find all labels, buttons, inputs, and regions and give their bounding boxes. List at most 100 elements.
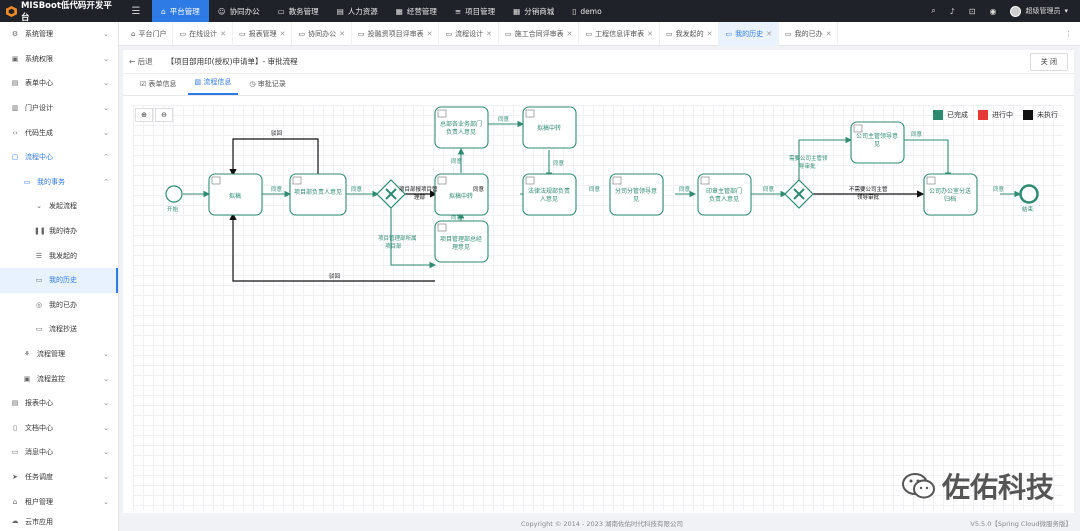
bell-icon[interactable]: ♪ bbox=[950, 7, 955, 16]
sidebar-item-system[interactable]: ⚙ 系统管理 ⌄ bbox=[0, 22, 118, 47]
topnav-platform[interactable]: ⌂ 平台管理 bbox=[152, 0, 209, 22]
gear-icon: ⚙ bbox=[11, 30, 19, 39]
close-icon[interactable]: ✕ bbox=[826, 30, 832, 38]
sidebar-item-messages[interactable]: ▭ 消息中心 ⌄ bbox=[0, 440, 118, 465]
tab-collab[interactable]: ▭ 协同办公 ✕ bbox=[292, 21, 352, 46]
tab-investment[interactable]: ▭ 投融资项目评审表 ✕ bbox=[352, 21, 440, 46]
zoom-in-button[interactable]: ⊕ bbox=[135, 108, 153, 122]
back-button[interactable]: ← 后退 bbox=[129, 56, 153, 67]
tab-contract[interactable]: ▭ 施工合同评审表 ✕ bbox=[499, 21, 580, 46]
subtab-label: 表单信息 bbox=[148, 80, 177, 88]
version: V5.5.0【Spring Cloud微服务版】 bbox=[970, 519, 1072, 528]
clock-icon: ◷ bbox=[249, 80, 258, 88]
sidebar-item-forms[interactable]: ▤ 表单中心 ⌄ bbox=[0, 71, 118, 96]
close-icon[interactable]: ✕ bbox=[647, 30, 653, 38]
topnav-collab[interactable]: ☺ 协同办公 bbox=[209, 0, 269, 22]
sidebar-item-scheduler[interactable]: ➤ 任务调度 ⌄ bbox=[0, 465, 118, 490]
main-panel: ← 后退 【项目部用印(授权)申请单】- 审批流程 关 闭 ☑ 表单信息 ▧ 流… bbox=[123, 50, 1074, 513]
topnav-mall[interactable]: ▦ 分销商城 bbox=[504, 0, 563, 22]
sidebar-item-cloud-market[interactable]: ☁ 云市应用 bbox=[0, 514, 118, 526]
settings-icon[interactable]: ◉ bbox=[990, 7, 997, 16]
arrow-left-icon: ← bbox=[129, 57, 138, 66]
tab-online-design[interactable]: ▭ 在线设计 ✕ bbox=[173, 21, 233, 46]
lock-icon[interactable]: ⊡ bbox=[969, 7, 976, 16]
user-menu[interactable]: 超级管理员 ▾ bbox=[1010, 5, 1068, 17]
tab-initiated[interactable]: ▭ 我发起的 ✕ bbox=[660, 21, 720, 46]
topnav-edu[interactable]: ▭ 教务管理 bbox=[269, 0, 328, 22]
tabs-more-icon[interactable]: ⋮ bbox=[1065, 30, 1080, 38]
sidebar-item-codegen[interactable]: ‹› 代码生成 ⌄ bbox=[0, 120, 118, 145]
sidebar-item-label: 流程管理 bbox=[37, 350, 65, 359]
tab-history[interactable]: ▭ 我的历史 ✕ bbox=[719, 21, 779, 46]
tab-icon: ▭ bbox=[238, 29, 246, 38]
close-icon[interactable]: ✕ bbox=[339, 30, 345, 38]
tab-icon: ▭ bbox=[357, 29, 365, 38]
flow-label-agree: 同意 bbox=[473, 185, 485, 193]
flow-canvas[interactable]: 开始 结束 拟稿 项目部负责人意见 总部各业务部门 负责人意见 拟稿中转 拟稿中… bbox=[133, 105, 1063, 510]
sidebar-item-my-affairs[interactable]: ▭ 我的事务 ⌃ bbox=[0, 170, 118, 195]
end-label: 结束 bbox=[1022, 205, 1034, 213]
sidebar-item-flow-monitor[interactable]: ▣ 流程监控 ⌄ bbox=[0, 366, 118, 391]
sidebar-item-cc[interactable]: ▭ 流程抄送 bbox=[0, 317, 118, 342]
sidebar-item-done[interactable]: ◎ 我的已办 bbox=[0, 293, 118, 318]
task-pm-label-a: 项目管理部总经 bbox=[440, 235, 482, 243]
topnav-biz[interactable]: ▦ 经营管理 bbox=[387, 0, 446, 22]
grid-icon: ▦ bbox=[513, 6, 521, 16]
sidebar-item-initiated[interactable]: ☰ 我发起的 bbox=[0, 243, 118, 268]
close-icon[interactable]: ✕ bbox=[427, 30, 433, 38]
sidebar-item-label: 我的待办 bbox=[49, 227, 77, 236]
close-icon[interactable]: ✕ bbox=[707, 30, 713, 38]
sidebar-item-flow-manage[interactable]: ⚘ 流程管理 ⌄ bbox=[0, 342, 118, 367]
menu-toggle-icon[interactable]: ☰ bbox=[120, 6, 152, 17]
legend-label: 已完成 bbox=[947, 111, 968, 119]
sidebar-item-tenants[interactable]: ⌂ 租户管理 ⌄ bbox=[0, 489, 118, 514]
tab-done[interactable]: ▭ 我的已办 ✕ bbox=[779, 21, 839, 46]
app-logo[interactable]: MISBoot低代码开发平台 bbox=[0, 0, 120, 23]
close-icon[interactable]: ✕ bbox=[486, 30, 492, 38]
topnav-demo[interactable]: ▯ demo bbox=[563, 0, 610, 22]
sidebar-item-reports[interactable]: ▤ 报表中心 ⌄ bbox=[0, 391, 118, 416]
zoom-controls: ⊕ ⊖ bbox=[135, 108, 173, 122]
sidebar-item-docs[interactable]: ▯ 文档中心 ⌄ bbox=[0, 416, 118, 441]
close-icon[interactable]: ✕ bbox=[766, 30, 772, 38]
sidebar-item-portal[interactable]: ▥ 门户设计 ⌄ bbox=[0, 96, 118, 121]
sidebar-item-history[interactable]: ▭ 我的历史 bbox=[0, 267, 118, 293]
tab-engineering[interactable]: ▭ 工程信息评审表 ✕ bbox=[579, 21, 660, 46]
sidebar-item-label: 任务调度 bbox=[25, 472, 53, 481]
task-pm-label-b: 理意见 bbox=[452, 243, 470, 251]
tab-form-info[interactable]: ☑ 表单信息 bbox=[133, 79, 184, 95]
sidebar-item-label: 云市应用 bbox=[25, 517, 53, 526]
close-icon[interactable]: ✕ bbox=[280, 30, 286, 38]
flow-label-cond4a: 不需要公司主管 bbox=[849, 185, 888, 193]
sidebar-item-label: 报表中心 bbox=[25, 399, 53, 408]
task-transfer-top-label: 拟稿中转 bbox=[537, 124, 561, 132]
document-icon: ▯ bbox=[13, 423, 17, 432]
home-icon: ⌂ bbox=[131, 29, 136, 38]
tab-flow-info[interactable]: ▧ 流程信息 bbox=[187, 77, 239, 95]
close-icon[interactable]: ✕ bbox=[567, 30, 573, 38]
tab-portal[interactable]: ⌂ 平台门户 bbox=[125, 21, 174, 46]
tab-approval-records[interactable]: ◷ 审批记录 bbox=[242, 79, 292, 95]
topnav-project[interactable]: ≡ 项目管理 bbox=[446, 0, 504, 22]
tab-reports[interactable]: ▭ 报表管理 ✕ bbox=[233, 21, 293, 46]
tab-flow-design[interactable]: ▭ 流程设计 ✕ bbox=[439, 21, 499, 46]
close-icon[interactable]: ✕ bbox=[220, 30, 226, 38]
flow-label-agree: 同意 bbox=[451, 157, 463, 165]
sidebar-item-workflow[interactable]: ▢ 流程中心 ⌃ bbox=[0, 145, 118, 170]
subtab-label: 审批记录 bbox=[257, 80, 286, 88]
close-button[interactable]: 关 闭 bbox=[1029, 52, 1068, 71]
sidebar-item-label: 系统管理 bbox=[25, 30, 53, 39]
sidebar-item-permission[interactable]: ▣ 系统权限 ⌄ bbox=[0, 47, 118, 72]
page-header: ← 后退 【项目部用印(授权)申请单】- 审批流程 关 闭 bbox=[123, 50, 1074, 74]
search-icon[interactable]: ⌕ bbox=[931, 6, 935, 16]
chevron-down-icon: ⌄ bbox=[103, 497, 109, 506]
sidebar-item-todo[interactable]: ❚❚ 我的待办 bbox=[0, 219, 118, 244]
zoom-out-button[interactable]: ⊖ bbox=[155, 108, 173, 122]
flow-label-agree: 同意 bbox=[553, 159, 565, 167]
topnav-hr[interactable]: ▤ 人力资源 bbox=[328, 0, 387, 22]
subtab-label: 流程信息 bbox=[203, 78, 232, 86]
tab-icon: ▭ bbox=[725, 29, 733, 38]
sidebar-item-start-flow[interactable]: ⌄ 发起流程 bbox=[0, 194, 118, 219]
sidebar-item-label: 流程监控 bbox=[37, 374, 65, 383]
tab-label: 流程设计 bbox=[455, 29, 484, 38]
